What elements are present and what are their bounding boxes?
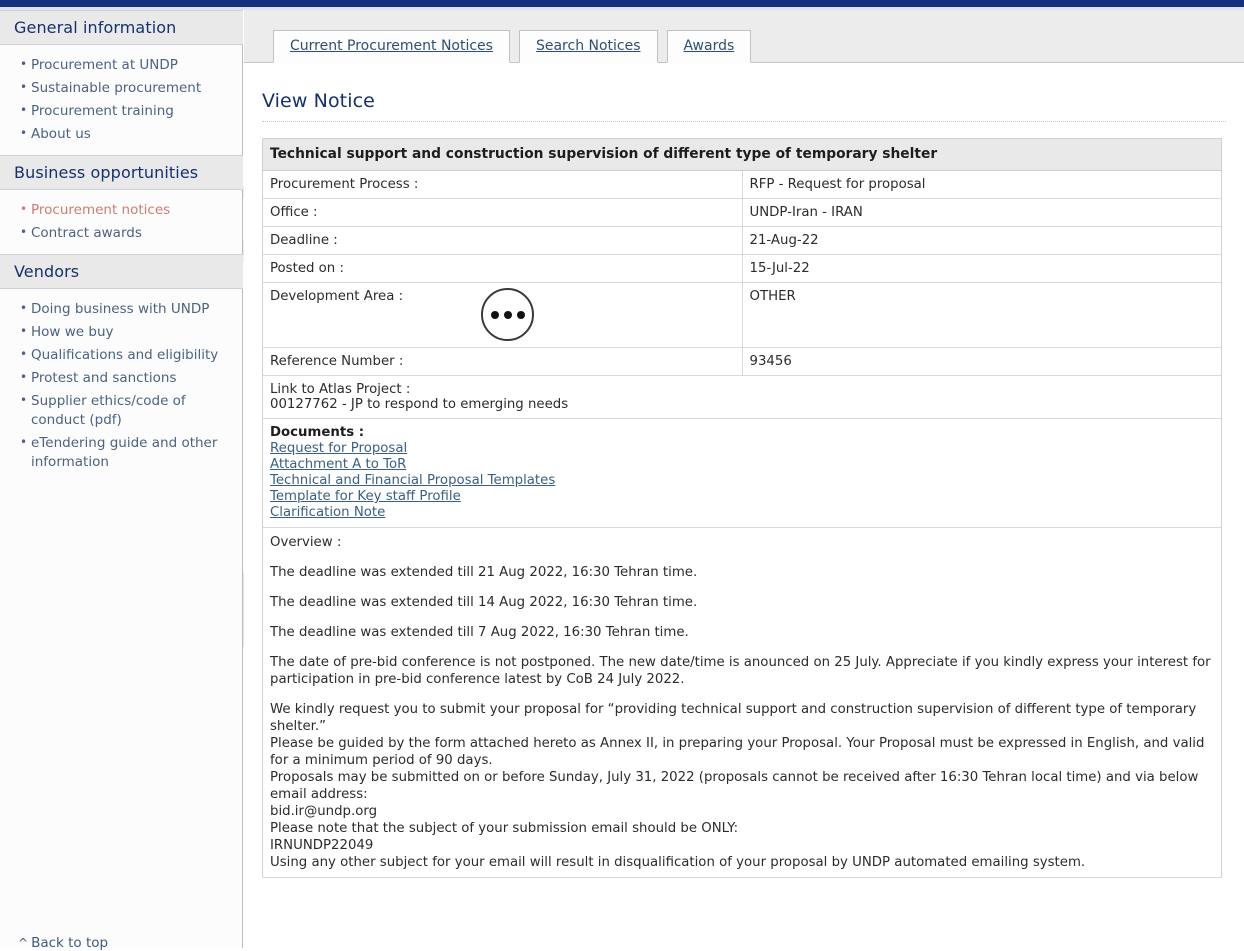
overview-subject-code: IRNUNDP22049 bbox=[270, 838, 374, 853]
notice-detail-table: Technical support and construction super… bbox=[262, 138, 1222, 878]
sidebar-item-procurement-training[interactable]: Procurement training bbox=[0, 100, 243, 123]
atlas-cell: Link to Atlas Project : 00127762 - JP to… bbox=[262, 375, 1222, 419]
sidebar-item-qualifications[interactable]: Qualifications and eligibility bbox=[0, 344, 243, 367]
overview-paragraph-3: The deadline was extended till 7 Aug 202… bbox=[270, 625, 689, 640]
sidebar-heading-business: Business opportunities bbox=[0, 155, 243, 190]
back-to-top-label: Back to top bbox=[31, 935, 109, 951]
document-link-clarification-note[interactable]: Clarification Note bbox=[270, 505, 385, 521]
overview-closing-line-5: Please note that the subject of your sub… bbox=[270, 821, 739, 836]
document-link-attachment-a-to-tor[interactable]: Attachment A to ToR bbox=[270, 457, 406, 473]
field-value-deadline: 21-Aug-22 bbox=[742, 226, 1222, 255]
table-row-atlas: Link to Atlas Project : 00127762 - JP to… bbox=[262, 375, 1222, 419]
overview-closing-line-1: We kindly request you to submit your pro… bbox=[270, 702, 1197, 734]
table-row: Deadline : 21-Aug-22 bbox=[262, 226, 1222, 255]
overview-closing-line-3: Proposals may be submitted on or before … bbox=[270, 770, 1199, 802]
notice-title: Technical support and construction super… bbox=[262, 138, 1222, 171]
document-link-technical-financial-templates[interactable]: Technical and Financial Proposal Templat… bbox=[270, 473, 555, 489]
field-label-office: Office : bbox=[262, 198, 743, 227]
field-label-procurement-process: Procurement Process : bbox=[262, 170, 743, 199]
sidebar-section-general: General information Procurement at UNDP … bbox=[0, 10, 243, 155]
field-value-development-area: OTHER bbox=[742, 282, 1222, 348]
overview-closing-line-7: Using any other subject for your email w… bbox=[270, 855, 1086, 870]
table-row-documents: Documents : Request for Proposal Attachm… bbox=[262, 418, 1222, 528]
tab-label: Search Notices bbox=[535, 38, 641, 54]
sidebar-heading-general: General information bbox=[0, 10, 243, 45]
back-to-top-link[interactable]: ^ Back to top bbox=[18, 935, 108, 951]
field-label-posted-on: Posted on : bbox=[262, 254, 743, 283]
table-row: Posted on : 15-Jul-22 bbox=[262, 254, 1222, 283]
field-value-reference-number: 93456 bbox=[742, 347, 1222, 376]
atlas-label: Link to Atlas Project : bbox=[270, 382, 411, 397]
tab-strip: Current Procurement Notices Search Notic… bbox=[244, 10, 1244, 63]
table-row: Development Area : OTHER bbox=[262, 282, 1222, 348]
main-content: Current Procurement Notices Search Notic… bbox=[244, 10, 1244, 948]
overview-paragraph-4: The date of pre-bid conference is not po… bbox=[270, 655, 1211, 687]
overview-cell: Overview : The deadline was extended til… bbox=[262, 527, 1222, 878]
tab-current-procurement-notices[interactable]: Current Procurement Notices bbox=[273, 30, 510, 63]
overview-label: Overview : bbox=[270, 535, 342, 550]
sidebar-item-supplier-ethics[interactable]: Supplier ethics/code of conduct (pdf) bbox=[0, 390, 243, 432]
field-label-reference-number: Reference Number : bbox=[262, 347, 743, 376]
tab-search-notices[interactable]: Search Notices bbox=[518, 30, 658, 63]
sidebar-item-protest-sanctions[interactable]: Protest and sanctions bbox=[0, 367, 243, 390]
notice-title-row: Technical support and construction super… bbox=[262, 138, 1222, 171]
overview-closing-line-2: Please be guided by the form attached he… bbox=[270, 736, 1205, 768]
atlas-value: 00127762 - JP to respond to emerging nee… bbox=[270, 397, 569, 412]
overview-email-address: bid.ir@undp.org bbox=[270, 804, 378, 819]
overview-paragraph-2: The deadline was extended till 14 Aug 20… bbox=[270, 595, 698, 610]
sidebar-item-procurement-at-undp[interactable]: Procurement at UNDP bbox=[0, 54, 243, 77]
tab-label: Current Procurement Notices bbox=[290, 38, 493, 54]
document-link-request-for-proposal[interactable]: Request for Proposal bbox=[270, 441, 407, 457]
documents-cell: Documents : Request for Proposal Attachm… bbox=[262, 418, 1222, 528]
table-row: Reference Number : 93456 bbox=[262, 347, 1222, 376]
page-title: View Notice bbox=[262, 90, 375, 112]
tab-awards[interactable]: Awards bbox=[666, 30, 752, 63]
top-accent-bar bbox=[0, 0, 1244, 7]
sidebar-list-business: Procurement notices Contract awards bbox=[0, 190, 243, 254]
field-label-development-area: Development Area : bbox=[262, 282, 743, 348]
table-row-overview: Overview : The deadline was extended til… bbox=[262, 527, 1222, 878]
overview-closing-block: We kindly request you to submit your pro… bbox=[270, 701, 1214, 871]
table-row: Office : UNDP-Iran - IRAN bbox=[262, 198, 1222, 227]
sidebar-item-how-we-buy[interactable]: How we buy bbox=[0, 321, 243, 344]
sidebar-section-business: Business opportunities Procurement notic… bbox=[0, 155, 243, 254]
sidebar-heading-vendors: Vendors bbox=[0, 254, 243, 289]
sidebar: General information Procurement at UNDP … bbox=[0, 10, 243, 951]
document-link-key-staff-profile[interactable]: Template for Key staff Profile bbox=[270, 489, 461, 505]
sidebar-item-sustainable-procurement[interactable]: Sustainable procurement bbox=[0, 77, 243, 100]
sidebar-section-vendors: Vendors Doing business with UNDP How we … bbox=[0, 254, 243, 483]
field-value-procurement-process: RFP - Request for proposal bbox=[742, 170, 1222, 199]
title-divider bbox=[262, 121, 1226, 122]
field-value-posted-on: 15-Jul-22 bbox=[742, 254, 1222, 283]
field-value-office: UNDP-Iran - IRAN bbox=[742, 198, 1222, 227]
sidebar-list-vendors: Doing business with UNDP How we buy Qual… bbox=[0, 289, 243, 483]
sidebar-list-general: Procurement at UNDP Sustainable procurem… bbox=[0, 45, 243, 155]
tab-label: Awards bbox=[683, 38, 735, 54]
field-label-deadline: Deadline : bbox=[262, 226, 743, 255]
sidebar-item-procurement-notices[interactable]: Procurement notices bbox=[0, 199, 243, 222]
overview-paragraph-1: The deadline was extended till 21 Aug 20… bbox=[270, 565, 698, 580]
sidebar-item-etendering-guide[interactable]: eTendering guide and other information bbox=[0, 432, 243, 474]
table-row: Procurement Process : RFP - Request for … bbox=[262, 170, 1222, 199]
documents-label: Documents : bbox=[270, 425, 365, 440]
sidebar-item-contract-awards[interactable]: Contract awards bbox=[0, 222, 243, 245]
sidebar-item-about-us[interactable]: About us bbox=[0, 123, 243, 146]
tab-list: Current Procurement Notices Search Notic… bbox=[273, 30, 752, 63]
sidebar-item-doing-business[interactable]: Doing business with UNDP bbox=[0, 298, 243, 321]
